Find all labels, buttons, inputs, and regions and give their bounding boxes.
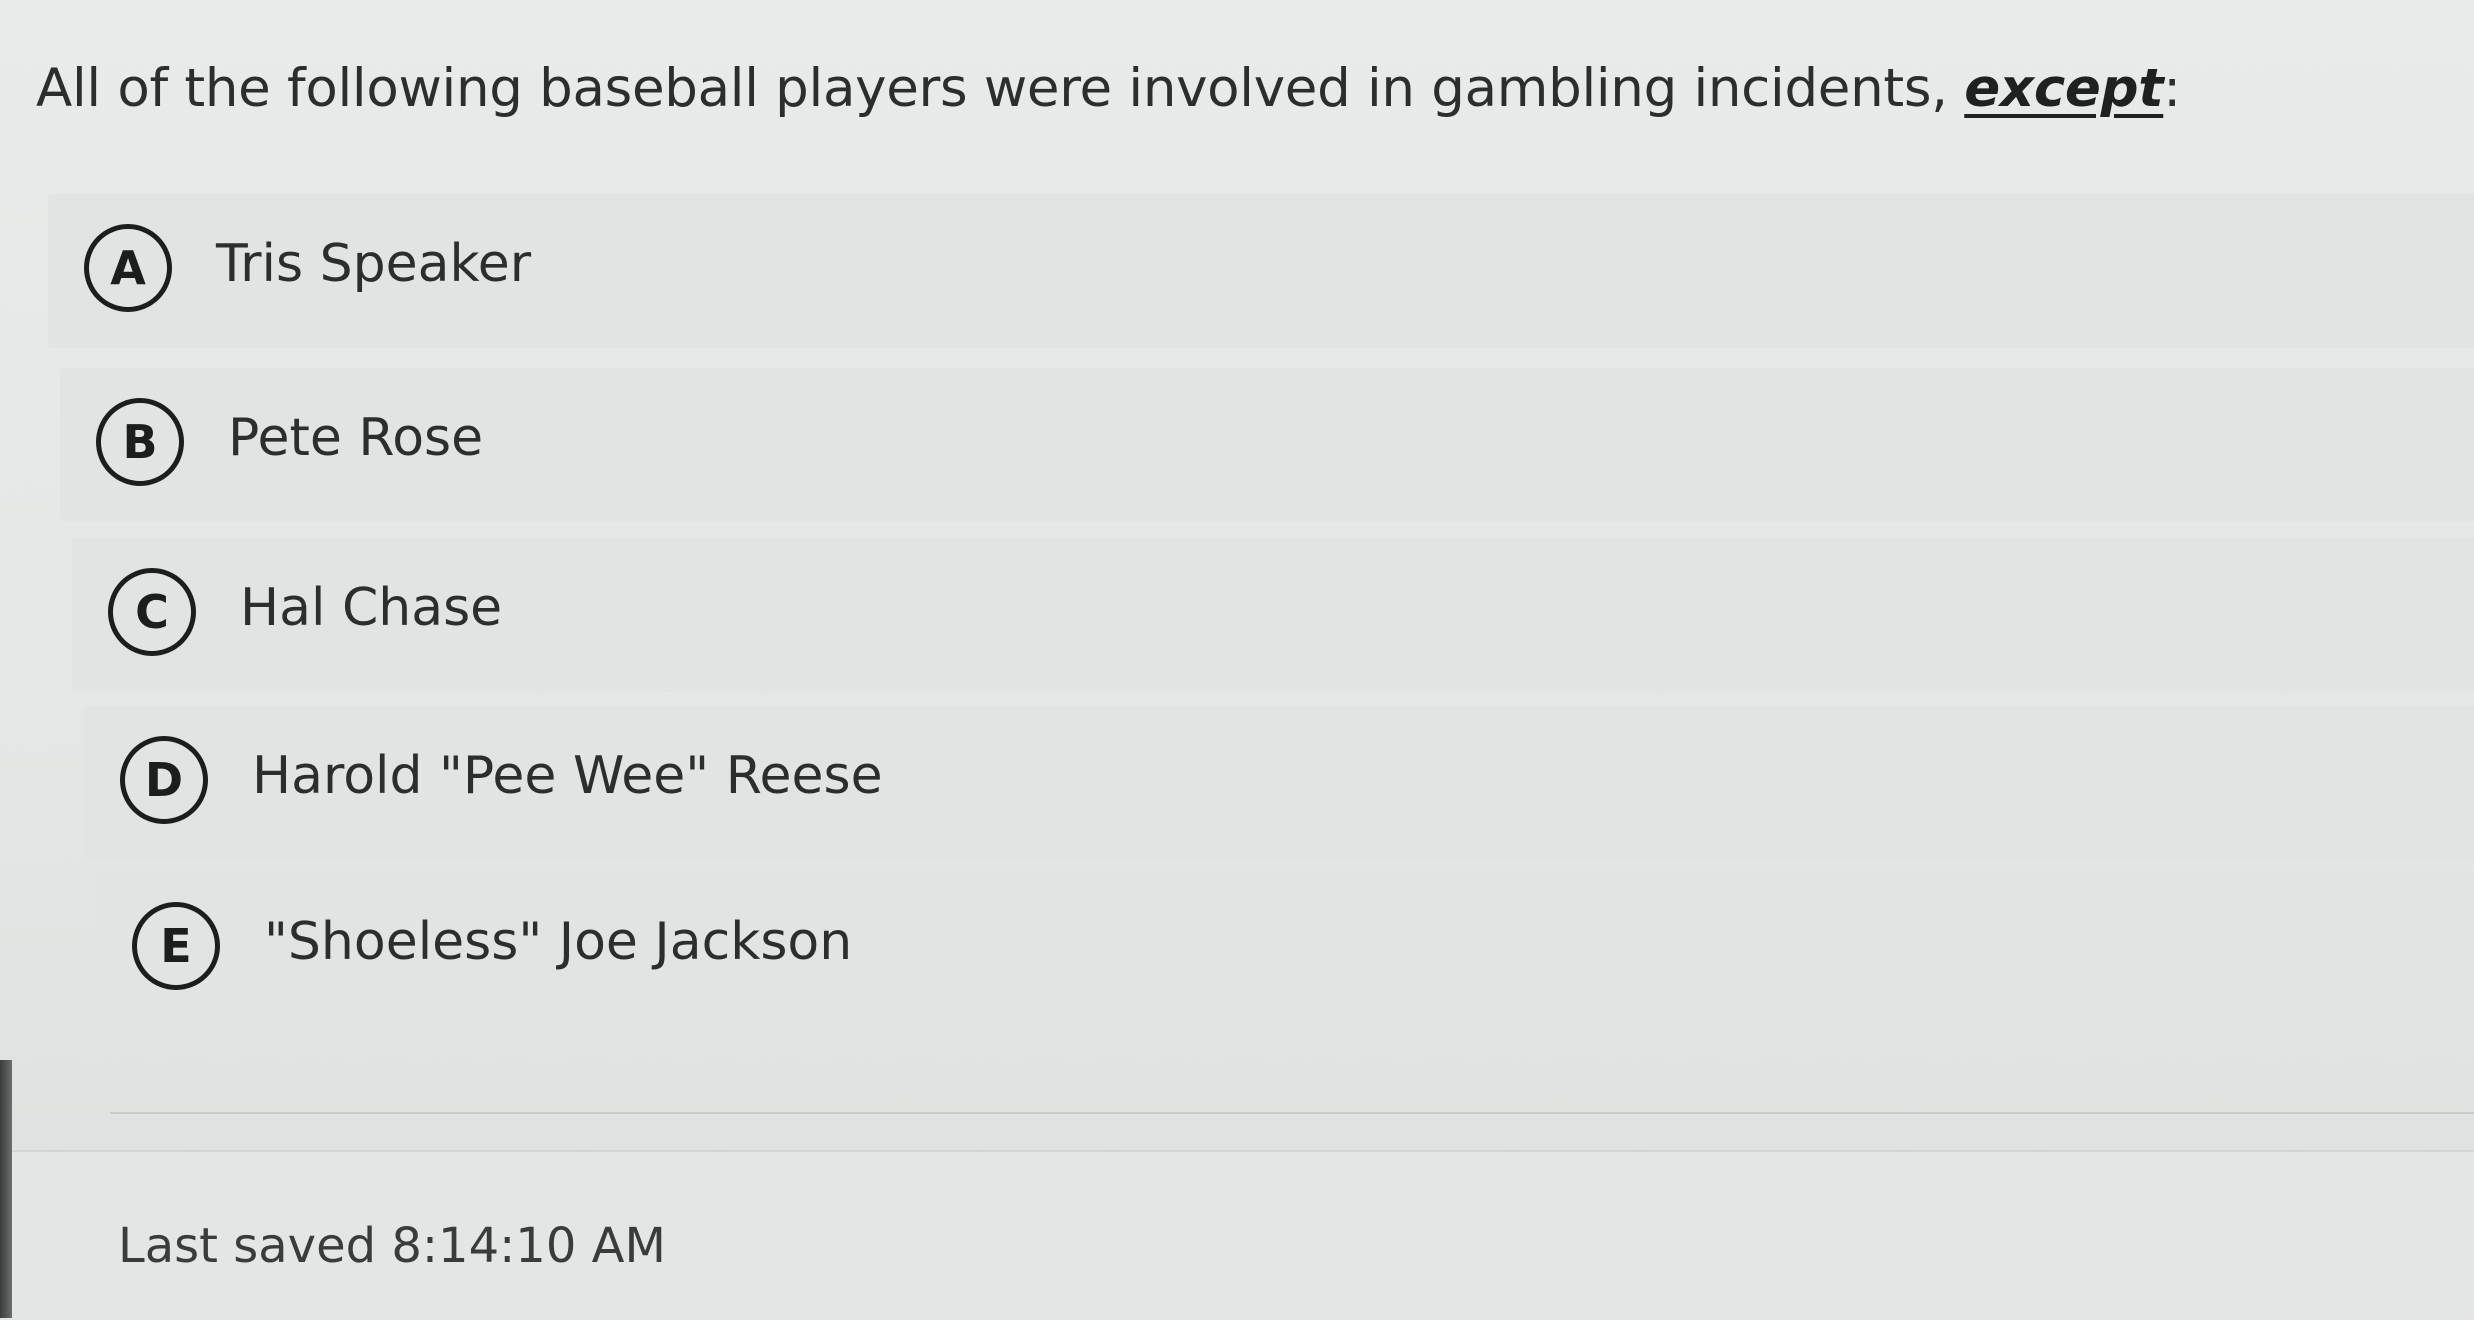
screen-bezel-edge [0,1060,12,1318]
option-e-label: "Shoeless" Joe Jackson [264,912,853,972]
question-prompt: All of the following baseball players we… [36,58,2181,119]
answer-option-a[interactable]: A Tris Speaker [48,194,2474,348]
answer-option-e[interactable]: E "Shoeless" Joe Jackson [96,872,2474,1026]
last-saved-status: Last saved 8:14:10 AM [118,1218,666,1274]
option-c-label: Hal Chase [240,578,503,638]
question-text: All of the following baseball players we… [36,58,1965,119]
answer-option-d[interactable]: D Harold "Pee Wee" Reese [84,706,2474,860]
option-b-label: Pete Rose [228,408,484,468]
option-b-radio[interactable]: B [96,398,184,486]
option-e-radio[interactable]: E [132,902,220,990]
section-divider [110,1112,2474,1114]
option-d-radio[interactable]: D [120,736,208,824]
question-emphasis: except [1964,58,2164,119]
answer-option-c[interactable]: C Hal Chase [72,538,2474,692]
option-c-radio[interactable]: C [108,568,196,656]
quiz-screen: All of the following baseball players we… [0,0,2474,1320]
option-a-label: Tris Speaker [216,234,532,294]
answer-option-b[interactable]: B Pete Rose [60,368,2474,522]
question-punctuation: : [2163,58,2181,119]
option-d-label: Harold "Pee Wee" Reese [252,746,883,806]
option-a-radio[interactable]: A [84,224,172,312]
